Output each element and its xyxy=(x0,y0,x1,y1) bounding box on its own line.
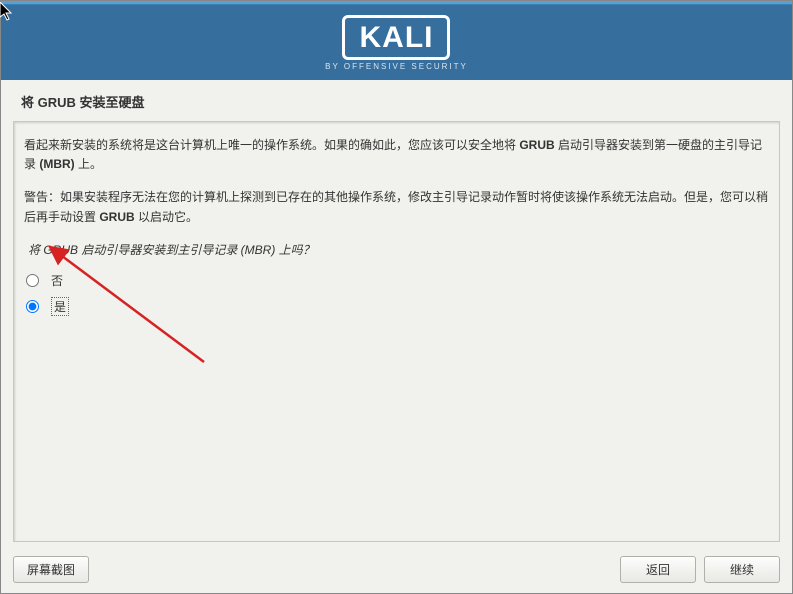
logo-text: KALI xyxy=(359,23,433,53)
radio-option-no[interactable]: 否 xyxy=(24,268,769,293)
content-area: 看起来新安装的系统将是这台计算机上唯一的操作系统。如果的确如此，您应该可以安全地… xyxy=(13,121,780,542)
radio-yes-label: 是 xyxy=(51,297,69,316)
install-paragraph-1: 看起来新安装的系统将是这台计算机上唯一的操作系统。如果的确如此，您应该可以安全地… xyxy=(24,136,769,174)
continue-button[interactable]: 继续 xyxy=(704,556,780,583)
kali-logo: KALI BY OFFENSIVE SECURITY xyxy=(325,15,468,71)
radio-no-label: 否 xyxy=(51,272,63,289)
radio-option-yes[interactable]: 是 xyxy=(24,293,769,320)
page-title: 将 GRUB 安装至硬盘 xyxy=(1,80,792,121)
radio-no-input[interactable] xyxy=(26,274,39,287)
footer-bar: 屏幕截图 返回 继续 xyxy=(1,548,792,593)
logo-subtitle: BY OFFENSIVE SECURITY xyxy=(325,62,468,71)
install-question: 将 GRUB 启动引导器安装到主引导记录 (MBR) 上吗？ xyxy=(24,241,769,258)
install-paragraph-2: 警告：如果安装程序无法在您的计算机上探测到已存在的其他操作系统，修改主引导记录动… xyxy=(24,188,769,226)
radio-yes-input[interactable] xyxy=(26,300,39,313)
screenshot-button[interactable]: 屏幕截图 xyxy=(13,556,89,583)
installer-header: KALI BY OFFENSIVE SECURITY xyxy=(1,5,792,80)
back-button[interactable]: 返回 xyxy=(620,556,696,583)
